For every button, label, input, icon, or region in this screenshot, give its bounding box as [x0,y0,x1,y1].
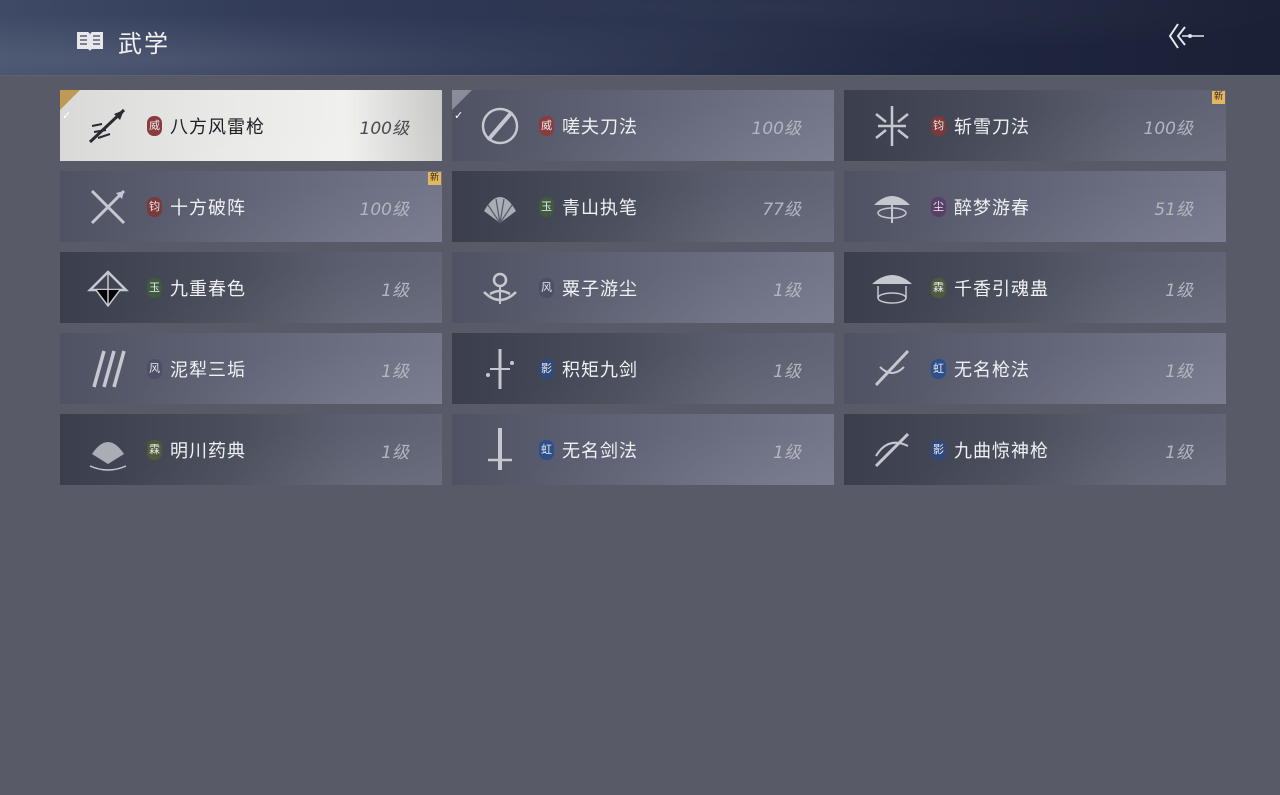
skill-card[interactable]: ✓ 威八方风雷枪 100级 [60,90,442,161]
skill-card[interactable]: 玉青山执笔 77级 [452,171,834,242]
skill-level: 1级 [381,281,409,301]
school-badge: 威 [147,116,162,136]
claws-icon [92,350,126,388]
skill-level: 100级 [359,200,409,220]
spear-icon [88,108,126,144]
skill-card[interactable]: 玉九重春色 1级 [60,252,442,323]
skill-level: 1级 [773,443,801,463]
skill-card[interactable]: 尘醉梦游春 51级 [844,171,1226,242]
school-badge: 风 [147,359,162,379]
school-badge: 虹 [931,359,946,379]
check-mark: ✓ [62,109,72,122]
skill-name: 醉梦游春 [954,198,1030,219]
skill-name: 泥犁三垢 [170,360,246,381]
skill-card[interactable]: 风粟子游尘 1级 [452,252,834,323]
school-badge: 霖 [931,278,946,298]
equipped-check-icon: ✓ [452,90,472,122]
skill-level: 100级 [359,119,409,139]
parasol-icon [86,270,130,308]
skill-card[interactable]: 虹无名剑法 1级 [452,414,834,485]
skill-name: 九曲惊神枪 [954,441,1049,462]
top-bar: 武学 [0,0,1280,75]
skill-level: 77级 [762,200,801,220]
skill-name: 八方风雷枪 [170,117,265,138]
spear-swirl-icon [874,349,910,387]
snow-blade-icon [875,106,909,146]
skill-name: 嗟夫刀法 [562,117,638,138]
hat-icon [872,275,912,304]
herb-fan-icon [89,442,127,471]
skill-card[interactable]: 新钧十方破阵 100级 [60,171,442,242]
school-badge: 玉 [539,197,554,217]
back-arrow-icon[interactable] [1166,20,1206,52]
check-mark: ✓ [454,109,464,122]
crossed-spears-icon [90,189,126,225]
page-title: 武学 [118,30,170,58]
new-badge: 新 [428,172,441,185]
skill-card[interactable]: 影九曲惊神枪 1级 [844,414,1226,485]
skill-name: 无名枪法 [954,360,1030,381]
new-badge: 新 [1212,91,1225,104]
school-badge: 影 [539,359,554,379]
skill-card[interactable]: 虹无名枪法 1级 [844,333,1226,404]
skill-level: 1级 [1165,362,1193,382]
blade-circle-icon [481,107,519,145]
twisted-spear-icon [874,432,910,468]
skill-level: 1级 [381,443,409,463]
skill-name: 斩雪刀法 [954,117,1030,138]
school-badge: 钧 [147,197,162,217]
equipped-check-icon: ✓ [60,90,80,122]
skill-level: 1级 [1165,443,1193,463]
school-badge: 玉 [147,278,162,298]
sword-dots-icon [486,349,514,389]
skill-level: 1级 [773,362,801,382]
skill-card[interactable]: ✓ 威嗟夫刀法 100级 [452,90,834,161]
skill-name: 积矩九剑 [562,360,638,381]
school-badge: 钧 [931,116,946,136]
skill-card[interactable]: 风泥犁三垢 1级 [60,333,442,404]
skill-level: 51级 [1154,200,1193,220]
skill-level: 1级 [773,281,801,301]
skill-level: 1级 [1165,281,1193,301]
skill-name: 青山执笔 [562,198,638,219]
school-badge: 风 [539,278,554,298]
school-badge: 虹 [539,440,554,460]
umbrella-icon [874,196,910,223]
skill-name: 粟子游尘 [562,279,638,300]
skill-name: 千香引魂蛊 [954,279,1049,300]
skill-name: 十方破阵 [170,198,246,219]
skill-card[interactable]: 影积矩九剑 1级 [452,333,834,404]
school-badge: 尘 [931,197,946,217]
skill-level: 100级 [1143,119,1193,139]
sword-icon [488,428,512,470]
skill-level: 1级 [381,362,409,382]
skill-card[interactable]: 霖明川药典 1级 [60,414,442,485]
school-badge: 威 [539,116,554,136]
skill-name: 九重春色 [170,279,246,300]
fan-icon [484,197,516,224]
skill-card[interactable]: 新钧斩雪刀法 100级 [844,90,1226,161]
school-badge: 影 [931,440,946,460]
skill-name: 明川药典 [170,441,246,462]
skill-level: 100级 [751,119,801,139]
school-badge: 霖 [147,440,162,460]
book-icon [77,32,103,51]
skill-name: 无名剑法 [562,441,638,462]
lotus-icon [483,272,517,304]
skill-card[interactable]: 霖千香引魂蛊 1级 [844,252,1226,323]
